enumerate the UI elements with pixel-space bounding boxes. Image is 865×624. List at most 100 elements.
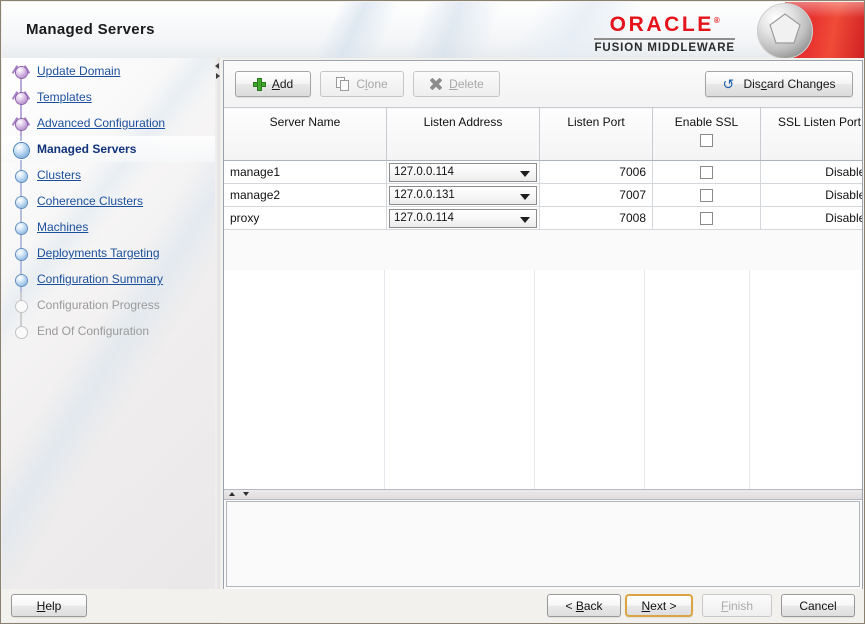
expand-right-icon[interactable]: [216, 73, 220, 79]
chevron-down-icon: [520, 216, 530, 223]
delete-button: Delete: [413, 71, 500, 97]
delete-button-label: Delete: [449, 77, 484, 91]
cell-listen-address[interactable]: 127.0.0.131: [386, 183, 540, 207]
next-button-label: Next >: [641, 598, 677, 613]
cell-enable-ssl[interactable]: [652, 160, 761, 184]
enable-ssl-checkbox[interactable]: [700, 189, 713, 203]
sidebar-item-label[interactable]: Templates: [37, 90, 92, 104]
managed-servers-table: Server Name Listen Address Listen Port E…: [224, 107, 862, 230]
column-header-listen-address[interactable]: Listen Address: [386, 107, 540, 161]
sidebar-item-label[interactable]: Update Domain: [37, 64, 120, 78]
cell-listen-address[interactable]: 127.0.0.114: [386, 206, 540, 230]
column-header-listen-port[interactable]: Listen Port: [539, 107, 653, 161]
node-icon: [13, 220, 29, 235]
sidebar-item-update-domain[interactable]: Update Domain: [2, 58, 215, 84]
sidebar-item-label[interactable]: Machines: [37, 220, 88, 234]
sidebar-item-label[interactable]: Coherence Clusters: [37, 194, 143, 208]
branch-node-icon: [11, 90, 31, 105]
table-empty-area: [224, 270, 862, 489]
sidebar-item-label[interactable]: Clusters: [37, 168, 81, 182]
header-banner: Managed Servers ORACLE® FUSION MIDDLEWAR…: [2, 2, 864, 58]
collapse-left-icon[interactable]: [215, 63, 219, 69]
cell-enable-ssl[interactable]: [652, 183, 761, 207]
sidebar-item-label[interactable]: Advanced Configuration: [37, 116, 165, 130]
column-header-enable-ssl[interactable]: Enable SSL: [652, 107, 761, 161]
enable-ssl-select-all-checkbox[interactable]: [700, 134, 713, 148]
oracle-wordmark: ORACLE®: [594, 10, 735, 35]
cell-listen-port[interactable]: 7008: [539, 206, 653, 230]
message-pane: [226, 501, 860, 587]
listen-address-dropdown[interactable]: 127.0.0.114: [389, 162, 537, 182]
node-icon: [13, 168, 29, 183]
sidebar-item-label: Configuration Progress: [37, 298, 160, 312]
discard-changes-button[interactable]: ↺ Discard Changes: [705, 71, 853, 97]
collapse-up-icon[interactable]: [229, 492, 235, 496]
clone-button-label: Clone: [356, 77, 388, 91]
cell-listen-address[interactable]: 127.0.0.114: [386, 160, 540, 184]
x-icon: [429, 77, 443, 91]
next-button[interactable]: Next >: [625, 594, 693, 617]
table-row[interactable]: proxy 127.0.0.114 7008 Disabled: [224, 206, 862, 230]
sidebar-splitter[interactable]: [215, 58, 220, 623]
listen-address-dropdown[interactable]: 127.0.0.114: [389, 208, 537, 228]
table-toolbar: Add Clone Delete ↺ Discard Changes: [224, 61, 862, 107]
listen-address-dropdown[interactable]: 127.0.0.131: [389, 185, 537, 205]
back-button[interactable]: < Back: [547, 594, 621, 617]
collapse-down-icon[interactable]: [243, 492, 249, 496]
help-button[interactable]: Help: [11, 594, 87, 617]
sidebar-item-deployments-targeting[interactable]: Deployments Targeting: [2, 240, 215, 266]
cell-ssl-listen-port: Disabled: [760, 183, 862, 207]
sidebar-item-templates[interactable]: Templates: [2, 84, 215, 110]
table-row[interactable]: manage1 127.0.0.114 7006 Disabled: [224, 160, 862, 184]
add-button[interactable]: Add: [235, 71, 311, 97]
wizard-button-bar: Help < Back Next > Finish Cancel: [2, 589, 864, 622]
sidebar-item-machines[interactable]: Machines: [2, 214, 215, 240]
sidebar-item-label[interactable]: Configuration Summary: [37, 272, 163, 286]
node-icon: [13, 194, 29, 209]
sidebar-item-advanced-configuration[interactable]: Advanced Configuration: [2, 110, 215, 136]
discard-changes-label: Discard Changes: [743, 77, 836, 91]
back-button-label: < Back: [565, 598, 603, 613]
chevron-down-icon: [520, 193, 530, 200]
cell-enable-ssl[interactable]: [652, 206, 761, 230]
branch-node-icon: [11, 64, 31, 79]
cell-listen-port[interactable]: 7006: [539, 160, 653, 184]
cell-ssl-listen-port: Disabled: [760, 206, 862, 230]
help-button-label: Help: [36, 598, 62, 613]
column-header-ssl-listen-port[interactable]: SSL Listen Port: [760, 107, 862, 161]
enable-ssl-checkbox[interactable]: [700, 212, 713, 226]
oracle-wordmark-text: ORACLE: [609, 13, 714, 36]
sidebar-item-end-of-configuration: End Of Configuration: [2, 318, 215, 344]
empty-node-icon: [13, 324, 29, 339]
managed-servers-panel: Add Clone Delete ↺ Discard Changes Serve…: [223, 60, 863, 590]
listen-address-value: 127.0.0.114: [394, 211, 454, 224]
column-header-server-name[interactable]: Server Name: [224, 107, 387, 161]
copy-icon: [336, 77, 350, 91]
add-button-label: Add: [271, 77, 294, 91]
cell-listen-port[interactable]: 7007: [539, 183, 653, 207]
cell-server-name[interactable]: manage2: [224, 183, 387, 207]
cell-server-name[interactable]: manage1: [224, 160, 387, 184]
enable-ssl-checkbox[interactable]: [700, 166, 713, 180]
listen-address-value: 127.0.0.114: [394, 165, 454, 178]
finish-button: Finish: [702, 594, 772, 617]
empty-node-icon: [13, 298, 29, 313]
cell-server-name[interactable]: proxy: [224, 206, 387, 230]
sidebar-item-coherence-clusters[interactable]: Coherence Clusters: [2, 188, 215, 214]
column-header-enable-ssl-label: Enable SSL: [674, 115, 739, 129]
sidebar-item-managed-servers: Managed Servers: [2, 136, 215, 162]
plus-icon: [252, 77, 266, 91]
oracle-sphere-icon: [757, 3, 813, 58]
cancel-button[interactable]: Cancel: [781, 594, 855, 617]
node-icon: [13, 246, 29, 261]
page-title: Managed Servers: [26, 21, 155, 38]
sidebar-item-configuration-summary[interactable]: Configuration Summary: [2, 266, 215, 292]
sidebar-item-clusters[interactable]: Clusters: [2, 162, 215, 188]
pane-splitter[interactable]: [224, 489, 862, 500]
sidebar-item-label: Managed Servers: [37, 142, 137, 156]
table-row[interactable]: manage2 127.0.0.131 7007 Disabled: [224, 183, 862, 207]
wizard-step-list: Update Domain Templates Advanced Configu…: [2, 58, 215, 344]
sidebar-item-label[interactable]: Deployments Targeting: [37, 246, 160, 260]
pentagon-icon: [769, 13, 801, 44]
listen-address-value: 127.0.0.131: [394, 188, 455, 201]
